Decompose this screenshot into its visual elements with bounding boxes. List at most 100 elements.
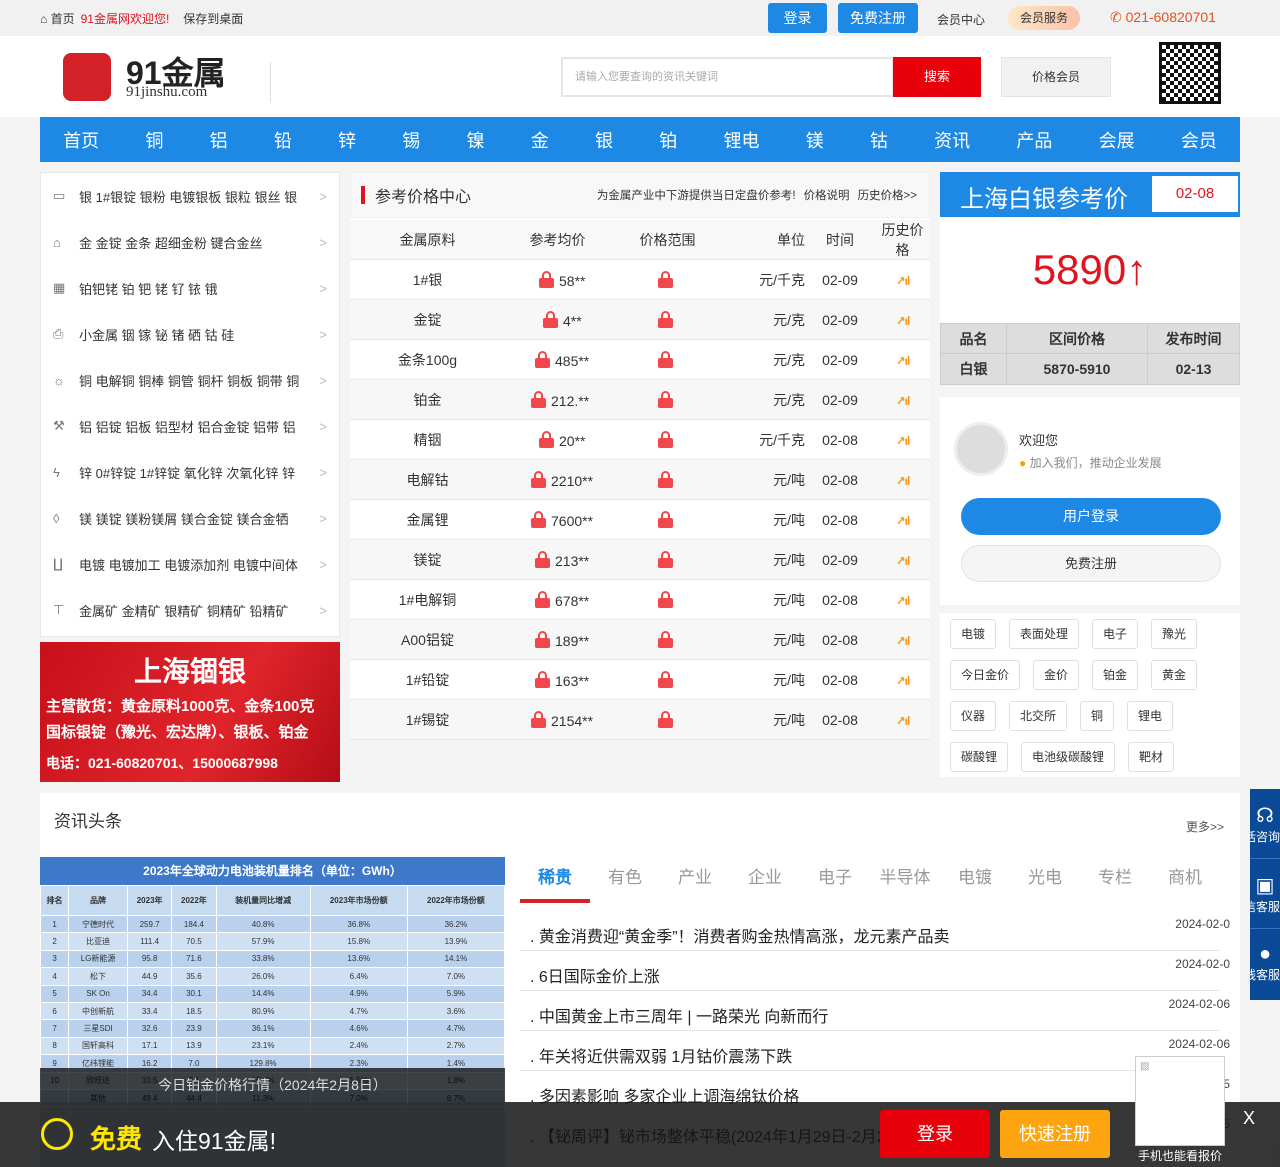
bottom-login-button[interactable]: 登录	[880, 1110, 990, 1158]
logo-icon[interactable]	[63, 53, 111, 101]
close-icon[interactable]: X	[1243, 1108, 1255, 1129]
trend-chart-icon[interactable]: ↗ıl	[896, 594, 911, 608]
lock-icon[interactable]	[543, 310, 558, 328]
table-row[interactable]: 电解钴 2210** 元/吨 02-08 ↗ıl	[350, 460, 930, 500]
tag[interactable]: 锂电	[1127, 701, 1174, 731]
category-item[interactable]: ⊤ 金属矿 金精矿 银精矿 铜精矿 铅精矿 >	[41, 587, 339, 633]
news-item[interactable]: . 6日国际金价上涨 2024-02-0	[520, 951, 1230, 991]
nav-item[interactable]: 铅	[274, 127, 292, 153]
lock-icon[interactable]	[535, 590, 550, 608]
bottom-register-button[interactable]: 快速注册	[1000, 1110, 1110, 1158]
slide-overlay-title[interactable]: 今日铂金价格行情（2024年2月8日）	[40, 1068, 505, 1102]
trend-chart-icon[interactable]: ↗ıl	[896, 714, 911, 728]
wechat-service-button[interactable]: ▣ 微信客服	[1250, 859, 1280, 929]
news-item[interactable]: . 年关将近供需双弱 1月钴价震荡下跌 2024-02-06	[520, 1031, 1230, 1071]
nav-item[interactable]: 银	[595, 127, 613, 153]
lock-icon[interactable]	[535, 350, 550, 368]
news-tab[interactable]: 稀贵	[520, 857, 590, 903]
nav-item[interactable]: 铂	[659, 127, 677, 153]
member-center-link[interactable]: 会员中心	[937, 11, 985, 28]
table-row[interactable]: 镁锭 213** 元/吨 02-09 ↗ıl	[350, 540, 930, 580]
tag[interactable]: 电池级碳酸锂	[1021, 742, 1116, 772]
nav-item[interactable]: 会展	[1099, 127, 1135, 153]
tag[interactable]: 北交所	[1009, 701, 1068, 731]
lock-icon[interactable]	[657, 710, 673, 728]
nav-item[interactable]: 铝	[210, 127, 228, 153]
nav-item[interactable]: 首页	[63, 127, 99, 153]
lock-icon[interactable]	[535, 550, 550, 568]
search-input[interactable]: 请输入您要查询的资讯关键词	[561, 57, 894, 97]
price-history-link[interactable]: 历史价格>>	[858, 187, 917, 203]
nav-item[interactable]: 锂电	[723, 127, 759, 153]
lock-icon[interactable]	[657, 390, 673, 408]
tag[interactable]: 碳酸锂	[950, 742, 1009, 772]
nav-item[interactable]: 金	[531, 127, 549, 153]
nav-item[interactable]: 锡	[402, 127, 420, 153]
tag[interactable]: 电镀	[950, 619, 997, 649]
table-row[interactable]: A00铝锭 189** 元/吨 02-08 ↗ıl	[350, 620, 930, 660]
tag[interactable]: 靶材	[1128, 742, 1175, 772]
tag[interactable]: 电子	[1092, 619, 1139, 649]
tag[interactable]: 表面处理	[1009, 619, 1080, 649]
news-title[interactable]: . 中国黄金上市三周年 | 一路荣光 向新而行	[520, 1003, 828, 1027]
news-tab[interactable]: 电镀	[940, 857, 1010, 903]
news-item[interactable]: . 黄金消费迎“黄金季”！消费者购金热情高涨，龙元素产品卖 2024-02-0	[520, 911, 1230, 951]
category-item[interactable]: ⚒ 铝 铝锭 铝板 铝型材 铝合金锭 铝带 铝 >	[41, 403, 339, 449]
tag[interactable]: 金价	[1033, 660, 1080, 690]
category-item[interactable]: ∐ 电镀 电镀加工 电镀添加剂 电镀中间体 >	[41, 541, 339, 587]
user-register-button[interactable]: 免费注册	[961, 545, 1221, 582]
table-row[interactable]: 金条100g 485** 元/克 02-09 ↗ıl	[350, 340, 930, 380]
nav-item[interactable]: 锌	[338, 127, 356, 153]
news-tab[interactable]: 有色	[590, 857, 660, 903]
category-item[interactable]: ◊ 镁 镁锭 镁粉镁屑 镁合金锭 镁合金牺 >	[41, 495, 339, 541]
tag[interactable]: 豫光	[1151, 619, 1198, 649]
trend-chart-icon[interactable]: ↗ıl	[896, 514, 911, 528]
news-tab[interactable]: 商机	[1150, 857, 1220, 903]
table-row[interactable]: 1#银 58** 元/千克 02-09 ↗ıl	[350, 260, 930, 300]
lock-icon[interactable]	[657, 670, 673, 688]
category-item[interactable]: ⎙ 小金属 铟 镓 铋 锗 硒 钴 硅 >	[41, 311, 339, 357]
ad-banner[interactable]: 上海锢银 主营散货：黄金原料1000克、金条100克 国标银锭（豫光、宏达牌）、…	[40, 642, 340, 782]
news-title[interactable]: . 6日国际金价上涨	[520, 963, 660, 987]
category-item[interactable]: ▭ 银 1#银锭 银粉 电镀银板 银粒 银丝 银 >	[41, 173, 339, 219]
lock-icon[interactable]	[531, 710, 546, 728]
price-explain-link[interactable]: 价格说明	[804, 187, 850, 203]
tag[interactable]: 黄金	[1151, 660, 1198, 690]
news-tab[interactable]: 电子	[800, 857, 870, 903]
trend-chart-icon[interactable]: ↗ıl	[896, 314, 911, 328]
category-item[interactable]: ⌂ 金 金锭 金条 超细金粉 键合金丝 >	[41, 219, 339, 265]
trend-chart-icon[interactable]: ↗ıl	[896, 394, 911, 408]
news-tab[interactable]: 半导体	[870, 857, 940, 903]
nav-item[interactable]: 钴	[870, 127, 888, 153]
lock-icon[interactable]	[657, 430, 673, 448]
nav-item[interactable]: 会员	[1181, 127, 1217, 153]
table-row[interactable]: 铂金 212.** 元/克 02-09 ↗ıl	[350, 380, 930, 420]
trend-chart-icon[interactable]: ↗ıl	[896, 554, 911, 568]
table-row[interactable]: 金属锂 7600** 元/吨 02-08 ↗ıl	[350, 500, 930, 540]
lock-icon[interactable]	[531, 470, 546, 488]
lock-icon[interactable]	[657, 310, 673, 328]
trend-chart-icon[interactable]: ↗ıl	[896, 274, 911, 288]
lock-icon[interactable]	[539, 270, 554, 288]
nav-item[interactable]: 产品	[1016, 127, 1052, 153]
lock-icon[interactable]	[539, 430, 554, 448]
nav-item[interactable]: 铜	[145, 127, 163, 153]
news-title[interactable]: . 年关将近供需双弱 1月钴价震荡下跌	[520, 1043, 792, 1067]
news-tab[interactable]: 产业	[660, 857, 730, 903]
search-button[interactable]: 搜索	[893, 57, 981, 97]
category-item[interactable]: ☼ 铜 电解铜 铜棒 铜管 铜杆 铜板 铜带 铜 >	[41, 357, 339, 403]
price-member-button[interactable]: 价格会员	[1001, 57, 1111, 97]
tag[interactable]: 仪器	[950, 701, 997, 731]
lock-icon[interactable]	[535, 670, 550, 688]
table-row[interactable]: 1#锡锭 2154** 元/吨 02-08 ↗ıl	[350, 700, 930, 740]
news-tab[interactable]: 企业	[730, 857, 800, 903]
trend-chart-icon[interactable]: ↗ıl	[896, 354, 911, 368]
category-item[interactable]: ϟ 锌 0#锌锭 1#锌锭 氧化锌 次氧化锌 锌 >	[41, 449, 339, 495]
tag[interactable]: 今日金价	[950, 660, 1021, 690]
nav-item[interactable]: 资讯	[934, 127, 970, 153]
news-item[interactable]: . 中国黄金上市三周年 | 一路荣光 向新而行 2024-02-06	[520, 991, 1230, 1031]
trend-chart-icon[interactable]: ↗ıl	[896, 634, 911, 648]
nav-item[interactable]: 镍	[467, 127, 485, 153]
lock-icon[interactable]	[531, 390, 546, 408]
trend-chart-icon[interactable]: ↗ıl	[896, 674, 911, 688]
